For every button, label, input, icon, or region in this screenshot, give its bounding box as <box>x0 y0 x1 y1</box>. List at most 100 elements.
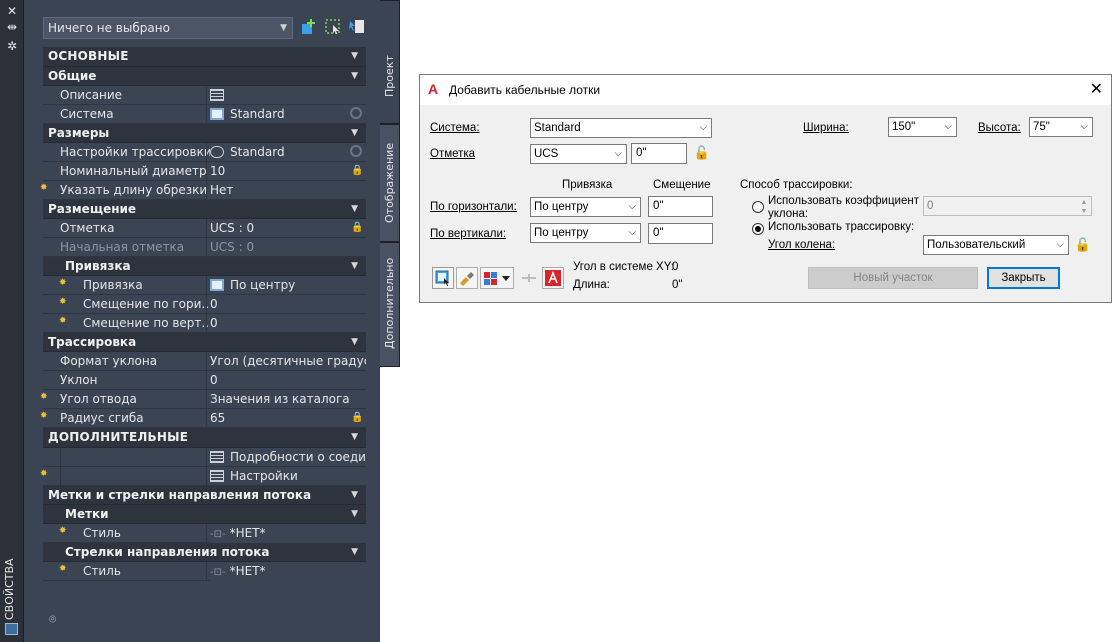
elevation-lock-icon[interactable]: 🔓 <box>693 144 711 162</box>
property-value[interactable]: 0 <box>210 314 366 332</box>
property-value[interactable]: UCS : 0 <box>210 219 366 237</box>
width-dropdown[interactable]: 150" ⌵ <box>888 117 957 137</box>
search-icon[interactable] <box>350 107 362 119</box>
tab-display[interactable]: Отображение <box>380 124 400 242</box>
property-row-cut-length[interactable]: ✸ Указать длину обрезки Нет <box>40 181 366 200</box>
close-icon[interactable]: ✕ <box>5 4 19 18</box>
use-slope-radio[interactable] <box>752 201 764 213</box>
collapse-icon[interactable]: ▼ <box>351 51 358 61</box>
property-row-description[interactable]: Описание <box>43 86 366 105</box>
property-value[interactable]: Значения из каталога <box>210 390 366 408</box>
tab-display-label: Отображение <box>383 142 396 223</box>
category-justify[interactable]: Привязка ▼ <box>43 257 366 276</box>
property-value[interactable]: 65 <box>210 409 366 427</box>
property-row-start-elevation: Начальная отметка UCS : 0 <box>43 238 366 257</box>
category-title: Метки и стрелки направления потока <box>48 488 312 502</box>
property-row-slope-format[interactable]: Формат уклона Угол (десятичные градусы) <box>43 352 366 371</box>
category-dimensions[interactable]: Размеры ▼ <box>43 124 366 143</box>
routing-preferences-icon[interactable]: ⌾ <box>49 612 63 626</box>
collapse-icon[interactable]: ▼ <box>351 509 358 519</box>
tab-design[interactable]: Проект <box>380 0 400 124</box>
elevation-input[interactable]: 0" <box>631 143 687 164</box>
property-row-bend-radius[interactable]: ✸ Радиус сгиба 65 🔒 <box>40 409 366 428</box>
tab-extended-label: Дополнительно <box>383 257 396 349</box>
pickadd-toggle-icon[interactable] <box>348 18 366 36</box>
property-row-label-style[interactable]: ✸ Стиль -⊡- *НЕТ* <box>43 524 366 544</box>
lock-icon[interactable]: 🔒 <box>351 222 363 234</box>
system-dropdown[interactable]: Standard ⌵ <box>530 118 712 138</box>
chevron-down-icon: ⌵ <box>1056 239 1064 250</box>
property-row-offset-vertical[interactable]: ✸ Смещение по верт... 0 <box>43 314 366 333</box>
property-value[interactable]: 0 <box>210 371 366 389</box>
category-labels-flow[interactable]: Метки и стрелки направления потока ▼ <box>43 486 366 505</box>
horizontal-justify-dropdown[interactable]: По центру ⌵ <box>530 197 641 217</box>
elbow-angle-lock-icon[interactable]: 🔓 <box>1074 236 1092 254</box>
height-dropdown[interactable]: 75" ⌵ <box>1029 117 1093 137</box>
collapse-icon[interactable]: ▼ <box>351 128 358 138</box>
property-row-branch-angle[interactable]: ✸ Угол отвода Значения из каталога <box>40 390 366 409</box>
selection-dropdown[interactable]: Ничего не выбрано ▼ <box>43 17 293 39</box>
tab-extended[interactable]: Дополнительно <box>380 242 400 367</box>
use-routing-radio[interactable] <box>752 223 764 235</box>
section-general-header[interactable]: ОСНОВНЫЕ ▼ <box>43 47 366 67</box>
elbow-angle-dropdown[interactable]: Пользовательский ⌵ <box>923 235 1069 255</box>
horizontal-offset-input[interactable]: 0" <box>648 196 713 217</box>
close-icon[interactable]: ✕ <box>1090 79 1103 99</box>
collapse-icon[interactable]: ▼ <box>351 337 358 347</box>
elevation-reference-dropdown[interactable]: UCS ⌵ <box>530 144 627 164</box>
property-value[interactable]: Нет <box>210 181 366 199</box>
property-row-system[interactable]: Система Standard <box>43 105 366 124</box>
tool-routing-options-button[interactable] <box>480 267 514 289</box>
property-row-nominal-diameter[interactable]: Номинальный диаметр 10 🔒 <box>43 162 366 181</box>
collapse-icon[interactable]: ▼ <box>351 71 358 81</box>
collapse-icon[interactable]: ▼ <box>351 261 358 271</box>
category-labels[interactable]: Метки ▼ <box>43 505 366 524</box>
property-row-justify[interactable]: ✸ Привязка По центру <box>43 276 366 295</box>
worksheet-icon[interactable] <box>210 89 224 101</box>
property-row-elevation[interactable]: Отметка UCS : 0 🔒 <box>43 219 366 238</box>
use-slope-label: Использовать коэффициент уклона: <box>768 195 919 220</box>
category-placement[interactable]: Размещение ▼ <box>43 200 366 219</box>
property-row-arrow-style[interactable]: ✸ Стиль -⊡- *НЕТ* <box>43 562 366 582</box>
property-row-settings[interactable]: ✸ Настройки <box>40 467 366 486</box>
vertical-offset-input[interactable]: 0" <box>648 223 713 244</box>
search-icon[interactable] <box>350 145 362 157</box>
category-title: Метки <box>65 507 109 521</box>
property-value[interactable]: Угол (десятичные градусы) <box>210 352 366 370</box>
quick-select-icon[interactable] <box>300 18 318 36</box>
section-extended-header[interactable]: ДОПОЛНИТЕЛЬНЫЕ ▼ <box>43 428 366 448</box>
no-style-icon: -⊡- <box>210 529 226 540</box>
property-value[interactable]: 0 <box>210 295 366 313</box>
category-routing[interactable]: Трассировка ▼ <box>43 333 366 352</box>
property-row-offset-horizontal[interactable]: ✸ Смещение по гори... 0 <box>43 295 366 314</box>
star-icon: ✸ <box>59 297 67 307</box>
worksheet-icon[interactable] <box>210 470 224 482</box>
property-value[interactable]: 10 <box>210 162 366 180</box>
lock-icon[interactable]: 🔒 <box>351 165 363 177</box>
property-row-routing-settings[interactable]: Настройки трассировки Standard <box>43 143 366 162</box>
worksheet-icon[interactable] <box>210 451 224 463</box>
dialog-titlebar[interactable]: A Добавить кабельные лотки ✕ <box>420 75 1111 105</box>
collapse-icon[interactable]: ▼ <box>351 547 358 557</box>
collapse-icon[interactable]: ▼ <box>351 204 358 214</box>
vertical-justify-dropdown[interactable]: По центру ⌵ <box>530 223 641 243</box>
routing-method-label: Способ трассировки: <box>740 179 853 191</box>
justify-icon[interactable] <box>210 279 224 291</box>
category-title: Стрелки направления потока <box>65 545 270 559</box>
property-row-connection-details[interactable]: Подробности о соеди... <box>43 448 366 467</box>
category-flow-arrows[interactable]: Стрелки направления потока ▼ <box>43 543 366 562</box>
tool-compass-button[interactable] <box>432 267 454 289</box>
tool-match-button[interactable] <box>456 267 478 289</box>
palette-dock-icon[interactable] <box>5 623 18 635</box>
lock-icon[interactable]: 🔒 <box>351 412 363 424</box>
palette-title-strip[interactable]: ✕ ⇹ ✲ СВОЙСТВА <box>0 0 24 642</box>
palette-settings-icon[interactable]: ✲ <box>5 39 19 53</box>
autohide-icon[interactable]: ⇹ <box>5 20 19 34</box>
collapse-icon[interactable]: ▼ <box>351 490 358 500</box>
property-row-slope[interactable]: Уклон 0 <box>43 371 366 390</box>
close-button[interactable]: Закрыть <box>987 267 1060 289</box>
collapse-icon[interactable]: ▼ <box>351 432 358 442</box>
select-objects-icon[interactable] <box>324 18 342 36</box>
category-general[interactable]: Общие ▼ <box>43 67 366 86</box>
tool-autocad-button[interactable] <box>542 267 564 289</box>
